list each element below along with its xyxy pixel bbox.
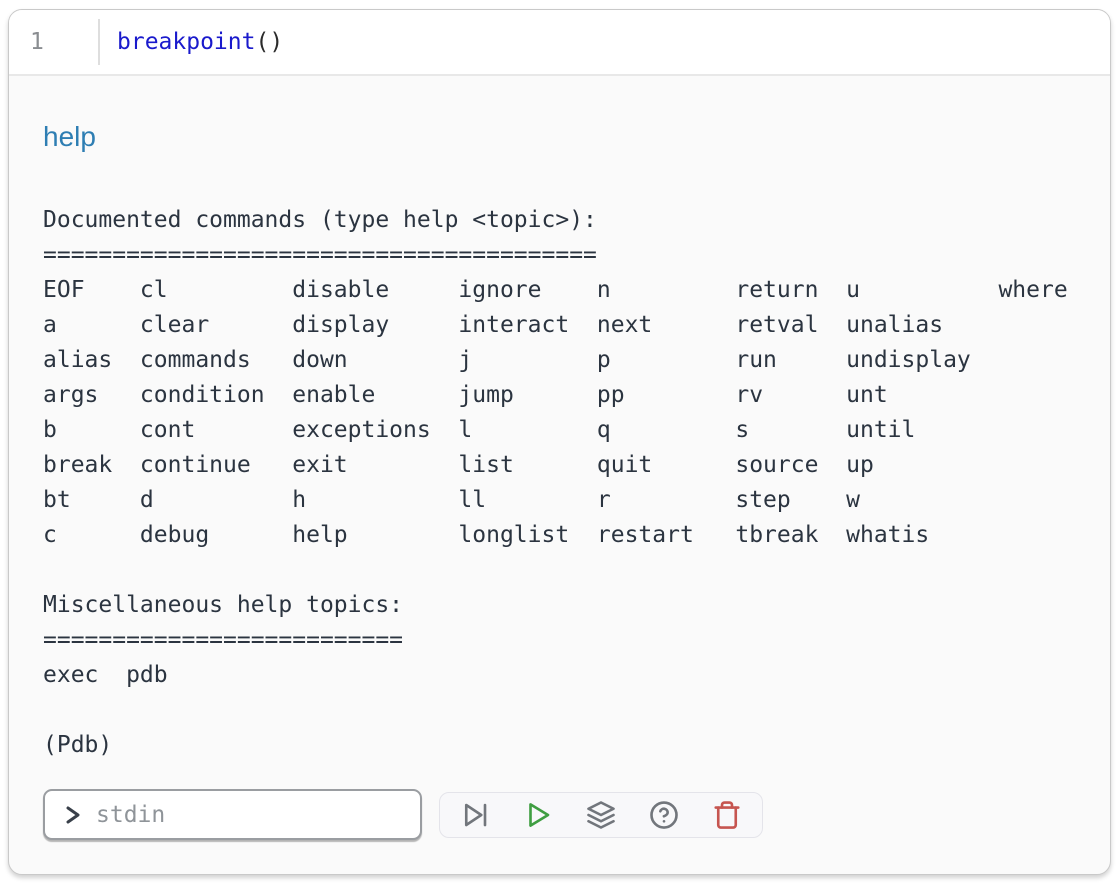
play-icon [523, 800, 553, 830]
code-line[interactable]: breakpoint() [100, 10, 283, 74]
console-output-text: Documented commands (type help <topic>):… [43, 203, 1076, 763]
stack-button[interactable] [585, 799, 617, 831]
chevron-right-icon [59, 802, 85, 828]
question-circle-icon [649, 800, 679, 830]
stdin-inputbox[interactable] [43, 789, 422, 840]
help-button[interactable] [648, 799, 680, 831]
debug-toolbar [439, 792, 763, 838]
step-forward-icon [460, 800, 490, 830]
console-area: help Documented commands (type help <top… [9, 76, 1110, 840]
code-token-punctuation: () [255, 29, 283, 55]
code-token-builtin: breakpoint [117, 29, 255, 55]
step-forward-button[interactable] [459, 799, 491, 831]
run-button[interactable] [522, 799, 554, 831]
clear-button[interactable] [711, 799, 743, 831]
console-controls [43, 789, 1076, 840]
console-echo-input: help [43, 120, 1076, 154]
line-number: 1 [30, 29, 44, 55]
trash-icon [712, 800, 742, 830]
stdin-input[interactable] [94, 801, 408, 829]
editor-gutter: 1 [9, 19, 100, 65]
ide-panel: 1 breakpoint() help Documented commands … [8, 9, 1111, 875]
layers-icon [586, 800, 616, 830]
code-editor[interactable]: 1 breakpoint() [9, 10, 1110, 76]
